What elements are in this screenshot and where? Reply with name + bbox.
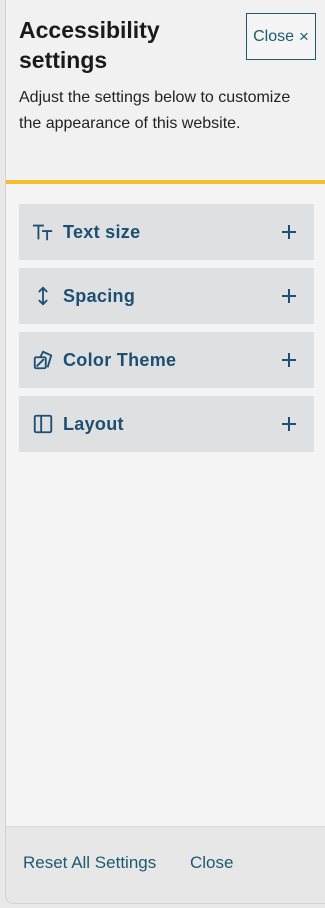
footer-close-button[interactable]: Close bbox=[190, 853, 233, 873]
panel-header: Accessibility settings Close × Adjust th… bbox=[6, 0, 325, 180]
plus-icon[interactable] bbox=[269, 276, 309, 316]
color-theme-icon bbox=[31, 348, 55, 372]
section-label: Color Theme bbox=[63, 349, 177, 370]
plus-icon[interactable] bbox=[269, 212, 309, 252]
plus-icon[interactable] bbox=[269, 404, 309, 444]
section-label: Text size bbox=[63, 221, 141, 242]
header-divider bbox=[6, 180, 325, 184]
settings-sections: Text size Spacing Color Theme Layout bbox=[19, 204, 314, 460]
close-button-label: Close bbox=[253, 27, 294, 45]
panel-title: Accessibility settings bbox=[19, 17, 160, 73]
close-button[interactable]: Close × bbox=[246, 13, 316, 60]
plus-icon[interactable] bbox=[269, 340, 309, 380]
panel-description: Adjust the settings below to customize t… bbox=[19, 89, 291, 132]
vertical-arrows-icon bbox=[31, 284, 55, 308]
section-spacing[interactable]: Spacing bbox=[19, 268, 314, 324]
layout-icon bbox=[31, 412, 55, 436]
section-label: Spacing bbox=[63, 285, 136, 306]
close-icon: × bbox=[298, 26, 309, 46]
section-color-theme[interactable]: Color Theme bbox=[19, 332, 314, 388]
reset-all-settings-button[interactable]: Reset All Settings bbox=[23, 853, 156, 873]
section-label: Layout bbox=[63, 413, 124, 434]
accessibility-settings-panel: Accessibility settings Close × Adjust th… bbox=[5, 0, 325, 904]
section-text-size[interactable]: Text size bbox=[19, 204, 314, 260]
text-size-icon bbox=[31, 220, 55, 244]
panel-footer: Reset All Settings Close bbox=[6, 826, 325, 903]
section-layout[interactable]: Layout bbox=[19, 396, 314, 452]
